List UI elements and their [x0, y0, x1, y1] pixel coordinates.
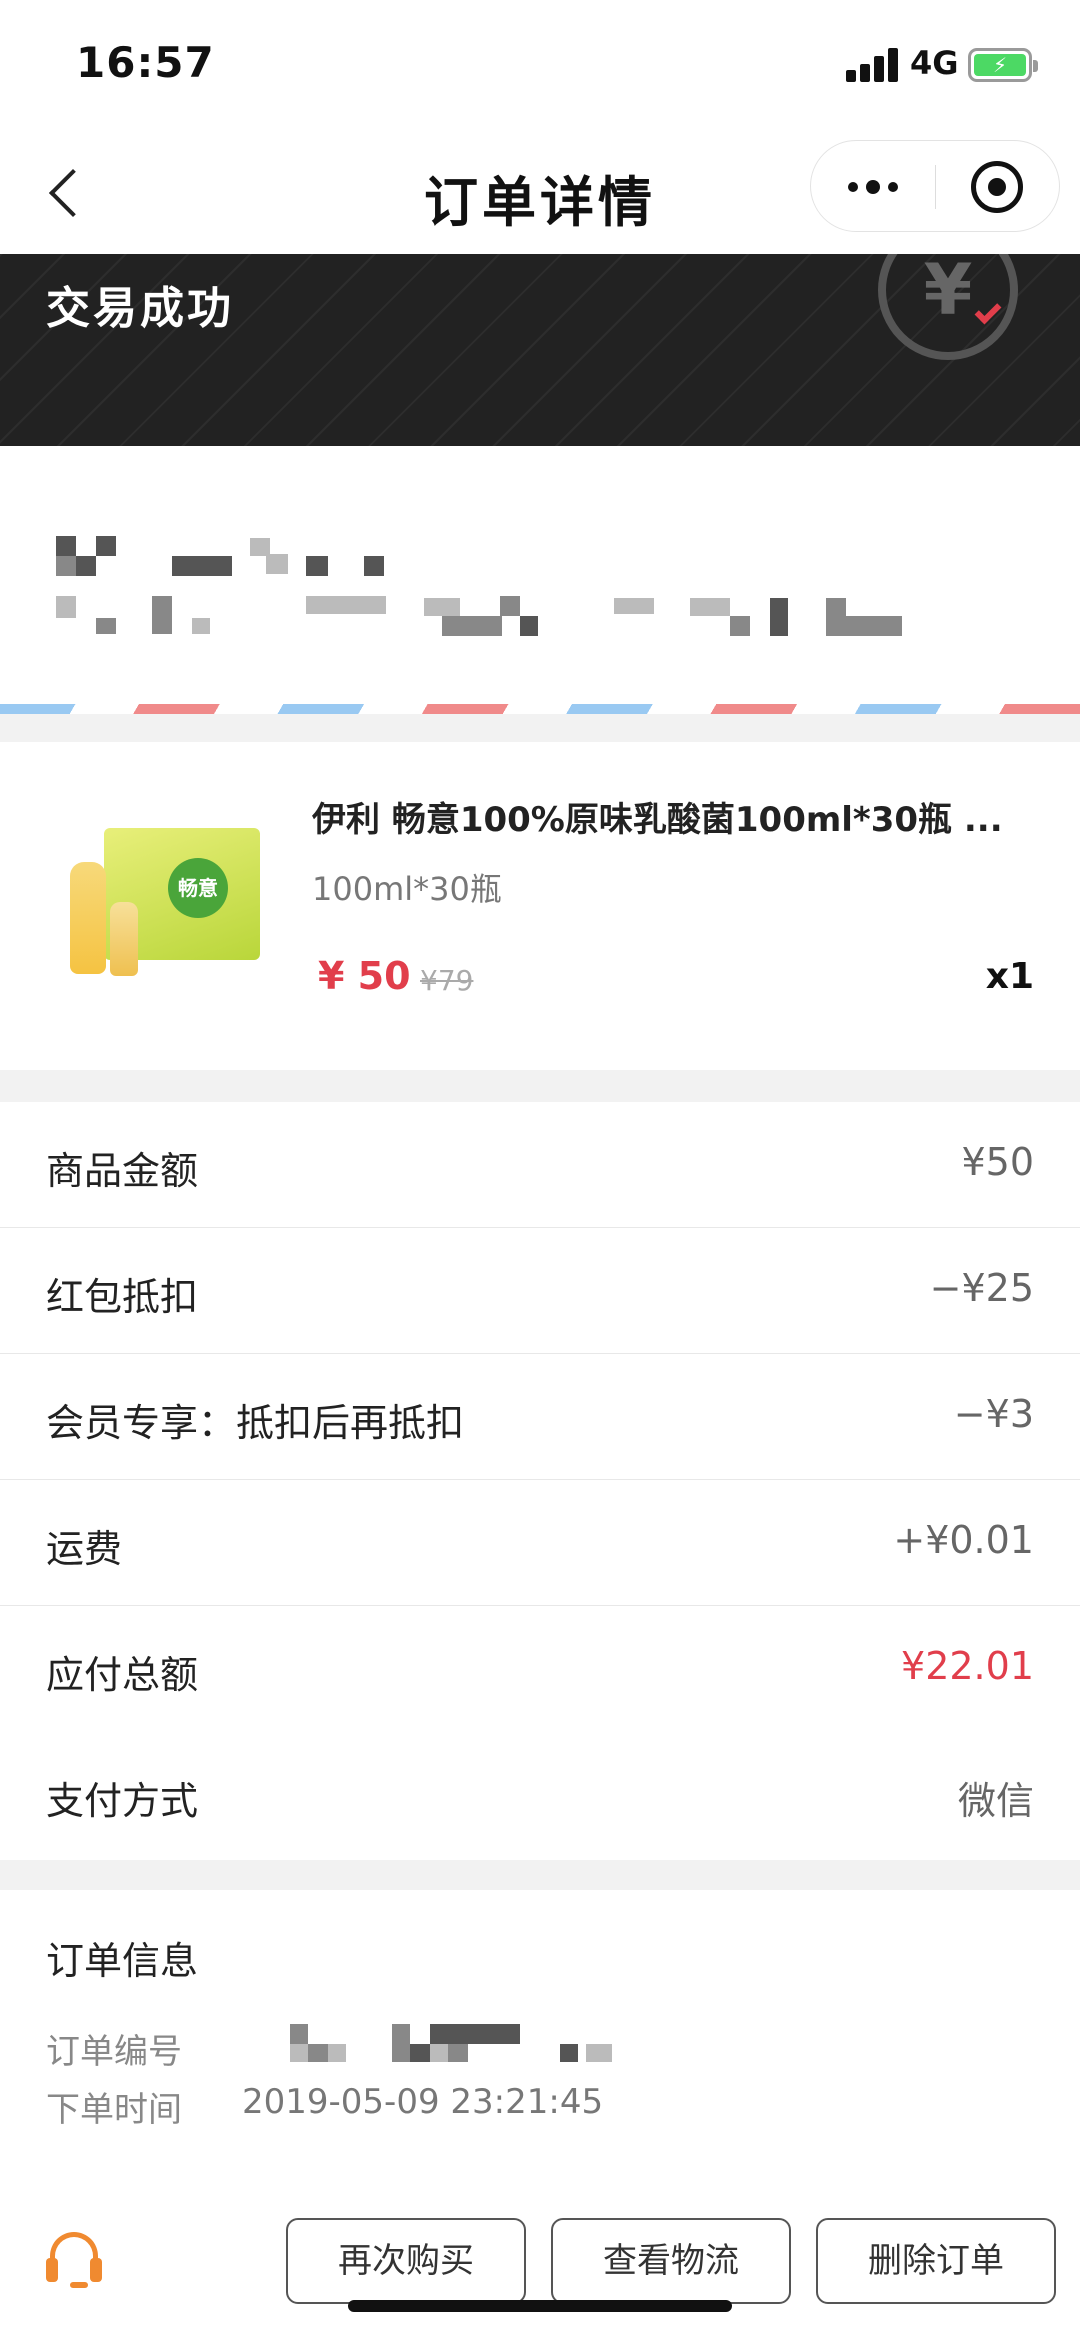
summary-label: 应付总额 — [46, 1653, 199, 1697]
order-time-label: 下单时间 — [46, 2090, 182, 2130]
action-bar: 再次购买 查看物流 删除订单 — [0, 2170, 1080, 2339]
redacted-block — [730, 616, 750, 636]
redacted-block — [442, 616, 502, 636]
product-title: 伊利 畅意100%原味乳酸菌100ml*30瓶 ... — [312, 800, 1003, 840]
redacted-order-number — [242, 2024, 842, 2064]
summary-row-goods-amount: 商品金额 ¥50 — [0, 1102, 1080, 1228]
view-logistics-button[interactable]: 查看物流 — [551, 2218, 791, 2304]
miniprogram-capsule — [810, 140, 1060, 232]
battery-charging-icon: ⚡ — [968, 48, 1038, 82]
redacted-phone — [172, 556, 232, 576]
order-status-text: 交易成功 — [46, 283, 234, 334]
close-miniprogram-icon[interactable] — [971, 161, 1023, 213]
total-amount: ¥22.01 — [901, 1644, 1034, 1688]
airmail-border — [0, 704, 1080, 714]
product-thumbnail[interactable]: 畅意 — [64, 822, 260, 982]
shipping-address — [0, 446, 1080, 714]
delete-order-button[interactable]: 删除订单 — [816, 2218, 1056, 2304]
nav-bar: 订单详情 — [0, 130, 1080, 254]
home-indicator — [348, 2300, 732, 2312]
summary-label: 支付方式 — [46, 1779, 199, 1823]
redacted-block — [96, 618, 116, 634]
redacted-block — [770, 598, 788, 636]
capsule-divider — [935, 165, 936, 209]
redacted-block — [500, 596, 520, 616]
status-bar: 16:57 4G ⚡ — [0, 0, 1080, 130]
product-item[interactable]: 畅意 伊利 畅意100%原味乳酸菌100ml*30瓶 ... 100ml*30瓶… — [0, 742, 1080, 1070]
product-price: ¥ 50 — [318, 954, 411, 998]
product-quantity: x1 — [985, 956, 1034, 997]
status-time: 16:57 — [76, 38, 215, 87]
redacted-block — [614, 598, 654, 614]
order-number-label: 订单编号 — [46, 2032, 182, 2072]
price-summary: 商品金额 ¥50 红包抵扣 −¥25 会员专享：抵扣后再抵扣 −¥3 运费 +¥… — [0, 1102, 1080, 1860]
order-time-row: 下单时间 2019-05-09 23:21:45 — [46, 2082, 603, 2131]
summary-value: 微信 — [957, 1779, 1034, 1823]
product-original-price: ¥79 — [420, 964, 474, 997]
redacted-block — [520, 616, 538, 636]
redacted-block — [826, 598, 846, 636]
summary-row-total: 应付总额 ¥22.01 — [0, 1606, 1080, 1732]
summary-label: 会员专享：抵扣后再抵扣 — [46, 1401, 465, 1445]
summary-value: +¥0.01 — [893, 1518, 1034, 1562]
redacted-block — [306, 596, 386, 614]
order-status-banner: 交易成功 ¥ — [0, 254, 1080, 446]
redacted-block — [96, 536, 116, 556]
order-number-row: 订单编号 — [46, 2024, 612, 2073]
redacted-block — [56, 556, 76, 576]
redacted-address — [56, 596, 76, 618]
redacted-block — [690, 598, 730, 616]
product-logo: 畅意 — [168, 858, 228, 918]
summary-label: 红包抵扣 — [46, 1275, 199, 1319]
order-info: 订单信息 订单编号 下单时间 2019-05-09 23:21:45 — [0, 1890, 1080, 2170]
summary-value: ¥50 — [961, 1140, 1034, 1184]
summary-row-member-discount: 会员专享：抵扣后再抵扣 −¥3 — [0, 1354, 1080, 1480]
redacted-block — [364, 556, 384, 576]
summary-label: 运费 — [46, 1527, 123, 1571]
buy-again-button[interactable]: 再次购买 — [286, 2218, 526, 2304]
redacted-block — [192, 618, 210, 634]
summary-value: −¥25 — [929, 1266, 1034, 1310]
redacted-block — [846, 616, 902, 636]
more-icon[interactable] — [811, 141, 935, 233]
redacted-block — [76, 556, 96, 576]
redacted-block — [266, 554, 288, 574]
order-time-value: 2019-05-09 23:21:45 — [242, 2082, 604, 2122]
product-spec: 100ml*30瓶 — [312, 870, 502, 908]
redacted-block — [306, 556, 328, 576]
summary-value: −¥3 — [953, 1392, 1034, 1436]
redacted-block — [424, 598, 460, 616]
summary-label: 商品金额 — [46, 1149, 199, 1193]
redacted-block — [152, 596, 172, 634]
summary-row-red-packet: 红包抵扣 −¥25 — [0, 1228, 1080, 1354]
cellular-signal-icon — [846, 46, 898, 82]
summary-row-payment-method: 支付方式 微信 — [0, 1732, 1080, 1858]
summary-row-shipping: 运费 +¥0.01 — [0, 1480, 1080, 1606]
network-type: 4G — [910, 44, 959, 82]
redacted-recipient-name — [56, 536, 76, 556]
order-info-title: 订单信息 — [46, 1939, 199, 1983]
customer-service-icon[interactable] — [46, 2232, 102, 2288]
